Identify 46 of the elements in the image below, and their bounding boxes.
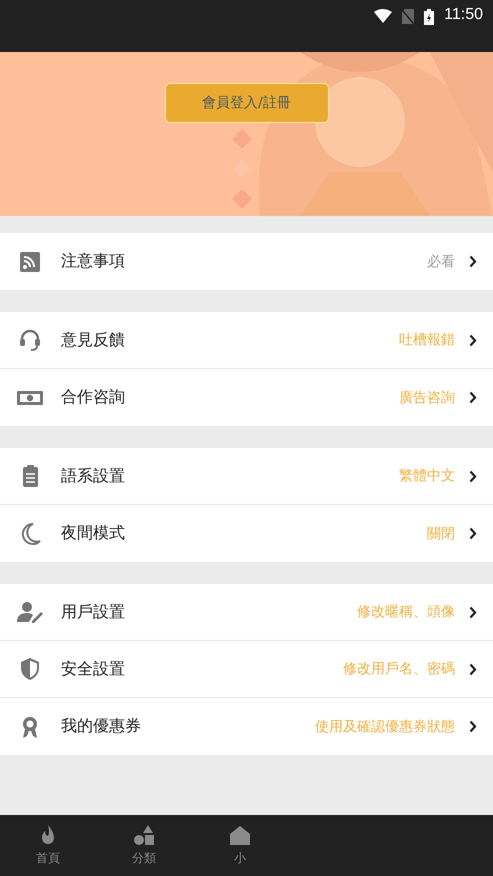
chevron-right-icon (469, 527, 477, 540)
menu-value: 關閉 (427, 524, 455, 542)
menu-value: 修改暱稱、頭像 (357, 603, 455, 621)
menu-row[interactable]: 合作咨詢 廣告咨詢 (0, 369, 493, 426)
house-icon (229, 824, 251, 846)
user-edit-icon (16, 600, 44, 624)
chevron-right-icon (469, 334, 477, 346)
nav-tab[interactable]: 首頁 (0, 815, 96, 876)
menu-value: 廣告咨詢 (399, 388, 455, 406)
nav-tab[interactable]: 分類 (96, 815, 192, 876)
status-time: 11:50 (444, 6, 483, 24)
chevron-right-icon (469, 606, 477, 618)
menu-label: 語系設置 (61, 466, 126, 486)
wifi-icon (374, 9, 392, 23)
menu-label: 意見反饋 (61, 330, 126, 350)
login-register-button[interactable]: 會員登入/註冊 (164, 83, 328, 123)
menu-row[interactable]: 注意事項 必看 (0, 233, 493, 290)
menu-value: 吐槽報錯 (399, 331, 455, 349)
nav-label: 小 (234, 850, 246, 867)
menu-label: 夜間模式 (61, 523, 126, 544)
menu-row[interactable]: 我的優惠券 使用及確認優惠券狀態 (0, 698, 493, 755)
nav-label: 首頁 (36, 850, 60, 867)
menu-label: 合作咨詢 (61, 387, 126, 408)
menu-row[interactable]: 意見反饋 吐槽報錯 (0, 312, 493, 369)
chevron-right-icon (469, 720, 477, 733)
chevron-right-icon (469, 470, 477, 482)
menu-value: 修改用戶名、密碼 (343, 660, 455, 678)
menu-label: 注意事項 (61, 251, 126, 272)
menu-label: 安全設置 (61, 658, 126, 680)
battery-charging-icon (424, 9, 434, 25)
menu-label: 用戶設置 (61, 602, 126, 622)
chevron-right-icon (469, 391, 477, 404)
menu-value: 必看 (427, 252, 455, 270)
chevron-right-icon (469, 255, 477, 268)
menu-value: 繁體中文 (399, 467, 455, 485)
menu-row[interactable]: 夜間模式 關閉 (0, 505, 493, 562)
menu-value: 使用及確認優惠券狀態 (315, 718, 455, 736)
menu-row[interactable]: 安全設置 修改用戶名、密碼 (0, 641, 493, 698)
shapes-icon (133, 824, 155, 846)
menu-label: 我的優惠券 (61, 716, 142, 737)
menu-row[interactable]: 用戶設置 修改暱稱、頭像 (0, 584, 493, 641)
nav-tab[interactable]: 小 (192, 815, 288, 876)
menu-row[interactable]: 語系設置 繁體中文 (0, 448, 493, 505)
no-sim-icon (402, 9, 414, 24)
nav-label: 分類 (132, 850, 156, 867)
chevron-right-icon (469, 662, 477, 676)
